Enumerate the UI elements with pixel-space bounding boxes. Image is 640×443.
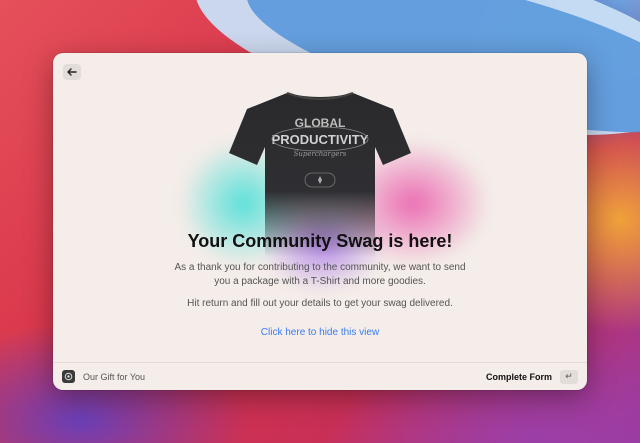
gift-app-icon <box>62 370 75 383</box>
swag-window: GLOBAL PRODUCTIVITY Superchargers Your C… <box>53 53 587 390</box>
instruction-text: Hit return and fill out your details to … <box>187 298 453 309</box>
return-key-icon[interactable]: ↵ <box>560 369 578 384</box>
shirt-text-line2: PRODUCTIVITY <box>272 132 369 147</box>
page-title: Your Community Swag is here! <box>187 231 453 251</box>
description-line: you a package with a T-Shirt and more go… <box>214 276 426 287</box>
footer-bar: Our Gift for You Complete Form ↵ <box>53 362 587 390</box>
description: As a thank you for contributing to the c… <box>53 261 587 289</box>
description-line: As a thank you for contributing to the c… <box>174 262 466 273</box>
back-button[interactable] <box>63 64 81 80</box>
arrow-left-icon <box>67 63 77 81</box>
hide-view-link[interactable]: Click here to hide this view <box>53 327 587 338</box>
footer-title: Our Gift for You <box>83 371 146 382</box>
complete-form-button[interactable]: Complete Form <box>486 372 552 382</box>
shirt-text-line3: Superchargers <box>294 150 347 158</box>
